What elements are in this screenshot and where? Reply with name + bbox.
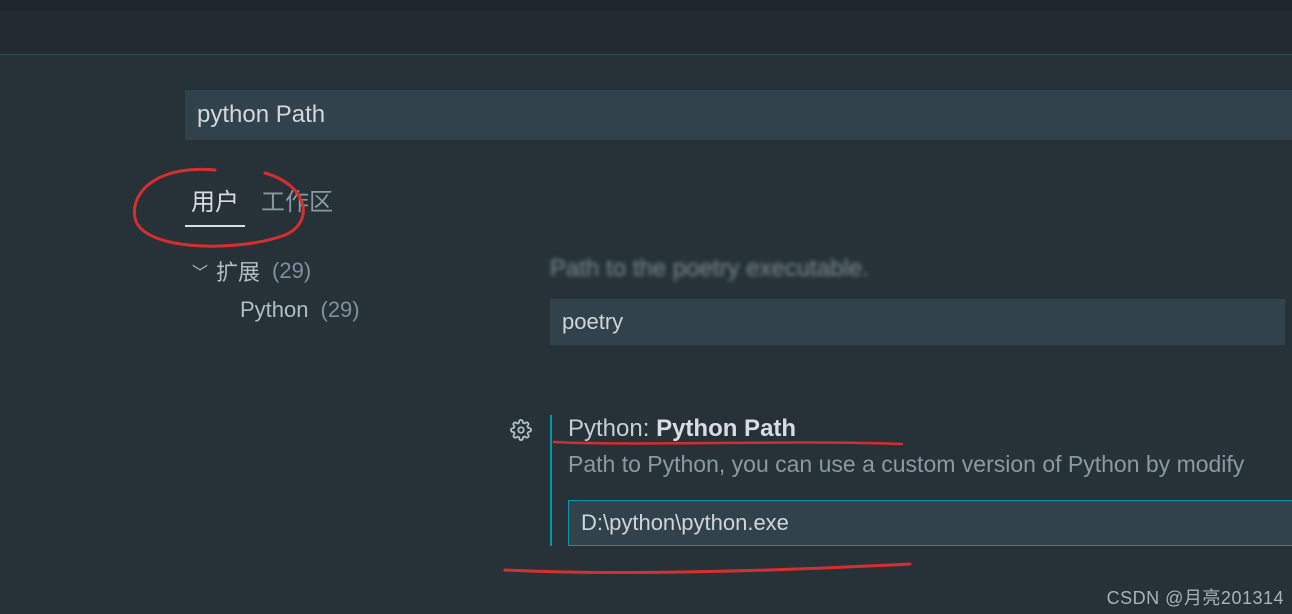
toc-python[interactable]: Python (29): [192, 297, 540, 323]
gear-icon: [510, 419, 532, 441]
toc-extensions[interactable]: ﹀ 扩展 (29): [192, 255, 540, 287]
setting-python-path: Python: Python Path Path to Python, you …: [550, 415, 1292, 546]
settings-toc: ﹀ 扩展 (29) Python (29): [180, 255, 540, 546]
toc-python-label: Python: [240, 297, 309, 323]
prev-setting-description: Path to the poetry executable.: [550, 255, 1292, 283]
tab-user[interactable]: 用户: [185, 178, 245, 227]
title-bar-remnant: [0, 0, 1292, 10]
python-path-input[interactable]: [568, 500, 1292, 546]
chevron-down-icon: ﹀: [192, 259, 208, 283]
toc-extensions-count: (29): [272, 258, 311, 284]
toc-extensions-label: 扩展: [216, 255, 260, 287]
poetry-path-input[interactable]: [550, 299, 1285, 345]
setting-description: Path to Python, you can use a custom ver…: [568, 451, 1292, 478]
setting-name: Python Path: [656, 415, 796, 442]
setting-gear-button[interactable]: [510, 419, 532, 446]
watermark: CSDN @月亮201314: [1107, 584, 1284, 610]
annotation-underline-input: [500, 558, 930, 582]
settings-list: Path to the poetry executable. Python: P…: [540, 255, 1292, 546]
setting-title: Python: Python Path: [568, 415, 1292, 443]
toc-python-count: (29): [321, 297, 360, 323]
tab-workspace[interactable]: 工作区: [255, 178, 339, 227]
settings-body: ﹀ 扩展 (29) Python (29) Path to the poetry…: [180, 255, 1292, 546]
tab-bar: [0, 10, 1292, 55]
settings-editor: 用户 工作区 ﹀ 扩展 (29) Python (29) Path to the…: [0, 55, 1292, 546]
settings-search-wrap: [185, 90, 1292, 140]
settings-tabs: 用户 工作区: [180, 178, 1292, 227]
settings-search-input[interactable]: [185, 90, 1292, 140]
setting-group: Python:: [568, 415, 656, 442]
